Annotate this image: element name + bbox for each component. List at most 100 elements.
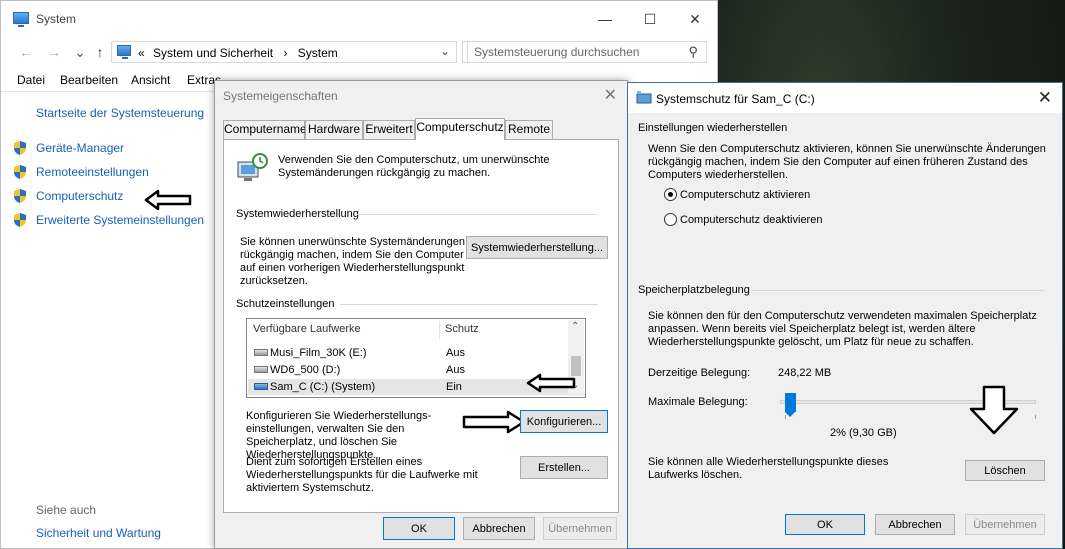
computer-icon — [13, 12, 29, 27]
breadcrumb: « System und Sicherheit › System — [138, 46, 338, 60]
create-description: Dient zum sofortigen Erstellen eines Wie… — [246, 456, 478, 494]
breadcrumb-system-security[interactable]: System und Sicherheit — [153, 46, 273, 60]
menu-datei[interactable]: Datei — [17, 73, 45, 87]
restore-settings-label: Einstellungen wiederherstellen — [638, 122, 788, 134]
delete-button[interactable]: Löschen — [965, 460, 1045, 481]
arrow-down-annotation-icon — [969, 385, 1019, 435]
window-title: System — [36, 12, 77, 26]
sidebar-item-advanced-settings[interactable]: Erweiterte Systemeinstellungen — [36, 213, 204, 227]
close-icon[interactable]: ✕ — [604, 85, 617, 105]
restore-group-label: Systemwiederherstellung — [236, 208, 359, 220]
max-usage-label: Maximale Belegung: — [648, 396, 748, 408]
tab-computerschutz[interactable]: Computerschutz — [415, 118, 505, 140]
address-bar[interactable]: « System und Sicherheit › System ⌄ — [111, 41, 457, 63]
search-icon[interactable]: ⚲ — [688, 44, 698, 60]
dialog-body: Einstellungen wiederherstellen Wenn Sie … — [628, 113, 1062, 548]
up-arrow-icon[interactable]: ↑ — [91, 42, 109, 62]
radio-enable-label[interactable]: Computerschutz aktivieren — [680, 189, 810, 202]
drive-icon — [254, 349, 268, 356]
system-protection-dialog: Systemschutz für Sam_C (C:) ✕ Einstellun… — [627, 82, 1063, 549]
apply-button: Übernehmen — [965, 514, 1045, 535]
column-header-protection[interactable]: Schutz — [445, 323, 479, 335]
shield-icon — [14, 141, 26, 155]
disk-usage-description: Sie können den für den Computerschutz ve… — [648, 310, 1037, 348]
drive-name: WD6_500 (D:) — [270, 364, 341, 376]
ok-button[interactable]: OK — [383, 517, 455, 540]
close-icon[interactable]: ✕ — [685, 9, 705, 29]
column-divider — [439, 321, 440, 339]
group-divider — [790, 128, 1046, 129]
column-header-drive[interactable]: Verfügbare Laufwerke — [253, 323, 361, 335]
drive-icon — [254, 366, 268, 373]
arrow-right-annotation-icon — [462, 410, 526, 434]
slider-tick — [785, 415, 786, 419]
chevron-down-icon[interactable]: ⌄ — [71, 42, 89, 62]
group-divider — [752, 290, 1044, 291]
cancel-button[interactable]: Abbrechen — [463, 517, 535, 540]
drive-name: Sam_C (C:) (System) — [270, 381, 376, 393]
tab-remote[interactable]: Remote — [505, 120, 553, 139]
drive-name: Musi_Film_30K (E:) — [270, 347, 367, 359]
arrow-left-annotation-icon — [144, 189, 192, 211]
current-usage-value: 248,22 MB — [778, 367, 832, 379]
restore-settings-description: Wenn Sie den Computerschutz aktivieren, … — [648, 143, 1046, 181]
address-dropdown-icon[interactable]: ⌄ — [440, 44, 450, 58]
computer-protection-icon — [237, 153, 268, 181]
breadcrumb-system[interactable]: System — [298, 46, 338, 60]
list-item[interactable]: Musi_Film_30K (E:) Aus — [248, 345, 569, 361]
current-usage-label: Derzeitige Belegung: — [648, 367, 751, 379]
see-also-heading: Siehe auch — [36, 503, 97, 517]
dialog-title: Systemschutz für Sam_C (C:) — [656, 92, 815, 106]
minimize-icon[interactable]: — — [595, 9, 615, 29]
title-bar: Systemschutz für Sam_C (C:) ✕ — [628, 83, 1062, 113]
drive-status: Aus — [446, 347, 465, 359]
apply-button: Übernehmen — [543, 517, 617, 540]
sidebar-item-remote-settings[interactable]: Remoteeinstellungen — [36, 165, 149, 179]
configure-description: Konfigurieren Sie Wiederherstellungs-ein… — [246, 410, 432, 461]
system-restore-button[interactable]: Systemwiederherstellung... — [466, 236, 608, 259]
maximize-icon[interactable]: ☐ — [640, 9, 660, 29]
ok-button[interactable]: OK — [785, 514, 865, 535]
tab-erweitert[interactable]: Erweitert — [363, 120, 415, 139]
sidebar-item-device-manager[interactable]: Geräte-Manager — [36, 141, 124, 155]
max-usage-readout: 2% (9,30 GB) — [830, 427, 897, 439]
disk-usage-label: Speicherplatzbelegung — [638, 284, 750, 296]
configure-button[interactable]: Konfigurieren... — [520, 410, 608, 433]
radio-disable-label[interactable]: Computerschutz deaktivieren — [680, 214, 822, 227]
list-item[interactable]: Sam_C (C:) (System) Ein — [248, 379, 569, 395]
intro-text: Verwenden Sie den Computerschutz, um une… — [278, 154, 550, 179]
drive-status: Ein — [446, 381, 462, 393]
cancel-button[interactable]: Abbrechen — [875, 514, 955, 535]
create-button[interactable]: Erstellen... — [520, 456, 608, 479]
system-properties-dialog: Systemeigenschaften ✕ Computername Hardw… — [214, 80, 628, 549]
sidebar-item-security-maintenance[interactable]: Sicherheit und Wartung — [36, 526, 161, 540]
arrow-left-annotation-icon — [526, 373, 576, 393]
tab-hardware[interactable]: Hardware — [305, 120, 363, 139]
search-input[interactable] — [474, 45, 674, 59]
close-icon[interactable]: ✕ — [1038, 88, 1052, 108]
restore-description: Sie können unerwünschte Systemänderungen… — [240, 236, 466, 287]
protection-group-label: Schutzeinstellungen — [236, 298, 335, 310]
system-drive-icon — [254, 383, 268, 390]
menu-ansicht[interactable]: Ansicht — [131, 73, 170, 87]
delete-description: Sie können alle Wiederherstellungspunkte… — [648, 456, 889, 481]
list-item[interactable]: WD6_500 (D:) Aus — [248, 362, 569, 378]
max-usage-slider-thumb[interactable] — [784, 393, 796, 417]
radio-disable-protection[interactable] — [664, 213, 677, 226]
sidebar-item-computer-protection[interactable]: Computerschutz — [36, 189, 123, 203]
breadcrumb-overflow[interactable]: « — [138, 46, 145, 60]
system-protection-icon — [636, 91, 652, 104]
shield-icon — [14, 189, 26, 203]
group-divider — [340, 304, 598, 305]
scroll-up-icon[interactable]: ⌃ — [571, 321, 579, 332]
slider-tick — [1035, 415, 1036, 419]
radio-enable-protection[interactable] — [664, 188, 677, 201]
tab-computername[interactable]: Computername — [223, 120, 307, 139]
menu-bearbeiten[interactable]: Bearbeiten — [60, 73, 118, 87]
sidebar-home-link[interactable]: Startseite der Systemsteuerung — [36, 106, 204, 120]
control-panel-icon — [117, 45, 131, 59]
drive-status: Aus — [446, 364, 465, 376]
search-box[interactable]: ⚲ — [467, 41, 707, 63]
back-arrow-icon[interactable]: ← — [17, 42, 35, 62]
forward-arrow-icon[interactable]: → — [45, 42, 63, 62]
